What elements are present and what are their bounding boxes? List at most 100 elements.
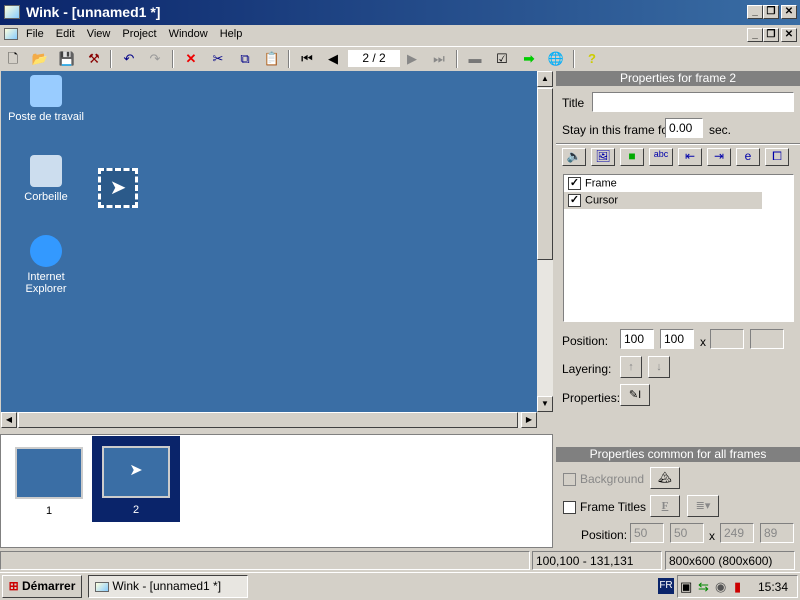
export-arrow-icon[interactable]: ➡ bbox=[518, 49, 540, 69]
child-restore-button[interactable]: ❐ bbox=[763, 28, 779, 42]
menu-edit[interactable]: Edit bbox=[50, 25, 81, 43]
open-folder-icon[interactable]: 📂 bbox=[29, 49, 51, 69]
scroll-down-button[interactable]: ▼ bbox=[537, 396, 553, 412]
web-globe-icon[interactable]: 🌐 bbox=[545, 49, 567, 69]
first-frame-icon[interactable]: ⏮ bbox=[296, 49, 318, 69]
title-bar: Wink - [unnamed1 *] _ ❐ ✕ bbox=[0, 0, 800, 25]
add-objects-toolbar: 🔈 🖼 ■ abc ⇤ ⇥ e ⧠ bbox=[562, 148, 794, 168]
add-textbox-icon[interactable]: abc bbox=[649, 148, 673, 166]
render-hammer-icon[interactable]: ⚒ bbox=[83, 49, 105, 69]
layer-up-button[interactable]: ↑ bbox=[620, 356, 642, 378]
recycle-bin-icon bbox=[30, 155, 62, 187]
paste-icon[interactable]: 📋 bbox=[261, 49, 283, 69]
common-pos-x-input[interactable]: 50 bbox=[630, 523, 664, 543]
copy-icon[interactable]: ⧉ bbox=[234, 49, 256, 69]
menu-window[interactable]: Window bbox=[163, 25, 214, 43]
document-icon[interactable] bbox=[4, 28, 18, 40]
add-image-icon[interactable]: 🖼 bbox=[591, 148, 615, 166]
position-y-input[interactable]: 100 bbox=[660, 329, 694, 349]
common-position-label: Position: bbox=[581, 528, 628, 542]
wink-capture-tray-icon[interactable]: ▣ bbox=[680, 579, 692, 595]
thumbnail-frame-2[interactable]: ➤ 2 bbox=[92, 436, 180, 522]
stay-duration-input[interactable]: 0.00 bbox=[665, 118, 703, 138]
object-properties-button[interactable]: ✎I bbox=[620, 384, 650, 406]
common-width-input[interactable]: 249 bbox=[720, 523, 754, 543]
previous-frame-icon[interactable]: ◀ bbox=[322, 49, 344, 69]
internet-explorer-icon bbox=[30, 235, 62, 267]
title-input[interactable] bbox=[592, 92, 794, 112]
add-back-button-icon[interactable]: ⇤ bbox=[678, 148, 702, 166]
window-title: Wink - [unnamed1 *] bbox=[26, 4, 161, 20]
background-checkbox[interactable]: Background bbox=[563, 472, 644, 487]
language-indicator[interactable]: FR bbox=[658, 578, 674, 594]
save-icon[interactable]: 💾 bbox=[56, 49, 78, 69]
title-font-button[interactable]: F bbox=[650, 495, 680, 517]
frame-counter[interactable]: 2 / 2 bbox=[348, 50, 400, 67]
menu-view[interactable]: View bbox=[81, 25, 117, 43]
frame-canvas[interactable]: Poste de travail Corbeille Internet Expl… bbox=[1, 71, 537, 412]
menu-bar: File Edit View Project Window Help _ ❐ ✕ bbox=[0, 25, 800, 44]
frame-thumbnails: 1 ➤ 2 bbox=[0, 434, 553, 548]
size-width-input[interactable] bbox=[710, 329, 744, 349]
desktop-icon-recycle-bin: Corbeille bbox=[1, 155, 91, 203]
scroll-up-button[interactable]: ▲ bbox=[537, 71, 553, 87]
cursor-checkbox[interactable]: ✓ bbox=[568, 194, 581, 207]
title-align-dropdown[interactable]: ≣▾ bbox=[687, 495, 719, 517]
menu-help[interactable]: Help bbox=[214, 25, 249, 43]
add-url-button-icon[interactable]: e bbox=[736, 148, 760, 166]
start-button[interactable]: ⊞ Démarrer bbox=[2, 575, 82, 598]
network-tray-icon[interactable]: ⇆ bbox=[698, 579, 709, 595]
menu-file[interactable]: File bbox=[20, 25, 50, 43]
redo-icon[interactable]: ↷ bbox=[144, 49, 166, 69]
clock: 15:34 bbox=[758, 580, 789, 594]
background-image-button[interactable]: 🏔 bbox=[650, 467, 680, 489]
battery-tray-icon[interactable]: ▮ bbox=[734, 579, 741, 595]
common-pos-y-input[interactable]: 50 bbox=[670, 523, 704, 543]
frame-properties-header: Properties for frame 2 bbox=[556, 71, 800, 86]
frame-checkbox[interactable]: ✓ bbox=[568, 177, 581, 190]
frame-view-icon[interactable]: ▬ bbox=[464, 49, 486, 69]
child-minimize-button[interactable]: _ bbox=[747, 28, 763, 42]
close-button[interactable]: ✕ bbox=[781, 5, 797, 19]
next-frame-icon[interactable]: ▶ bbox=[401, 49, 423, 69]
scroll-left-button[interactable]: ◀ bbox=[1, 412, 17, 428]
status-bar: 100,100 - 131,131 800x600 (800x600) bbox=[0, 551, 800, 570]
add-shape-icon[interactable]: ■ bbox=[620, 148, 644, 166]
horizontal-scroll-thumb[interactable] bbox=[18, 412, 518, 428]
check-page-icon[interactable]: ☑ bbox=[491, 49, 513, 69]
vertical-scrollbar[interactable]: ▲ ▼ bbox=[537, 71, 553, 412]
properties-panel: Properties for frame 2 Title Stay in thi… bbox=[556, 71, 800, 548]
taskbar-wink-button[interactable]: Wink - [unnamed1 *] bbox=[88, 575, 248, 598]
status-size: 800x600 (800x600) bbox=[665, 551, 795, 570]
horizontal-scrollbar[interactable]: ◀ ▶ bbox=[1, 412, 537, 428]
position-x-input[interactable]: 100 bbox=[620, 329, 654, 349]
add-next-button-icon[interactable]: ⇥ bbox=[707, 148, 731, 166]
add-menu-button-icon[interactable]: ⧠ bbox=[765, 148, 789, 166]
size-height-input[interactable] bbox=[750, 329, 784, 349]
desktop-icon-ie: Internet Explorer bbox=[1, 235, 91, 295]
taskbar: ⊞ Démarrer Wink - [unnamed1 *] FR ▣ ⇆ ◉ … bbox=[0, 572, 800, 600]
restore-button[interactable]: ❐ bbox=[763, 5, 779, 19]
add-sound-icon[interactable]: 🔈 bbox=[562, 148, 586, 166]
windows-logo-icon: ⊞ bbox=[8, 579, 19, 593]
frame-titles-checkbox[interactable]: Frame Titles bbox=[563, 500, 646, 515]
child-close-button[interactable]: ✕ bbox=[781, 28, 797, 42]
help-icon[interactable]: ? bbox=[581, 49, 603, 69]
menu-project[interactable]: Project bbox=[116, 25, 162, 43]
last-frame-icon[interactable]: ⏭ bbox=[428, 49, 450, 69]
common-height-input[interactable]: 89 bbox=[760, 523, 794, 543]
undo-icon[interactable]: ↶ bbox=[118, 49, 140, 69]
delete-icon[interactable]: ✕ bbox=[180, 49, 202, 69]
cursor-object-selected[interactable]: ➤ bbox=[98, 168, 138, 208]
vertical-scroll-thumb[interactable] bbox=[537, 88, 553, 260]
cut-icon[interactable]: ✂ bbox=[207, 49, 229, 69]
object-item-cursor[interactable]: ✓ Cursor bbox=[564, 192, 762, 209]
new-icon[interactable]: 🗋 bbox=[2, 49, 24, 69]
thumbnail-frame-1[interactable]: 1 bbox=[5, 437, 93, 523]
minimize-button[interactable]: _ bbox=[747, 5, 763, 19]
properties-label: Properties: bbox=[562, 391, 621, 405]
volume-tray-icon[interactable]: ◉ bbox=[715, 579, 726, 595]
object-item-frame[interactable]: ✓ Frame bbox=[564, 175, 793, 192]
layer-down-button[interactable]: ↓ bbox=[648, 356, 670, 378]
scroll-right-button[interactable]: ▶ bbox=[521, 412, 537, 428]
